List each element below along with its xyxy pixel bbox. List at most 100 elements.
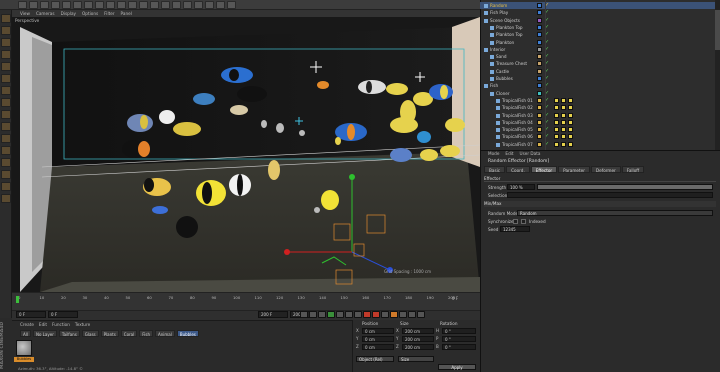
left-tool-button[interactable]: [1, 194, 11, 203]
playback-button[interactable]: [309, 311, 317, 318]
object-row[interactable]: TropicalFish 05 ✓: [480, 126, 720, 133]
attribute-tab[interactable]: Effector: [530, 166, 558, 173]
material-layer-tag[interactable]: Glass: [81, 330, 99, 337]
object-row[interactable]: Scene Objects ✓: [480, 17, 720, 24]
toolbar-button[interactable]: [216, 1, 225, 9]
material-layer-tag[interactable]: Bubbles: [176, 330, 199, 337]
start-frame-field[interactable]: 0 F: [16, 311, 46, 318]
viewport-menu-item[interactable]: Filter: [104, 11, 114, 16]
toolbar-button[interactable]: [40, 1, 49, 9]
toolbar-button[interactable]: [62, 1, 71, 9]
toolbar-button[interactable]: [183, 1, 192, 9]
material-thumbnail[interactable]: [16, 340, 32, 356]
attribute-tab[interactable]: Deformer: [590, 166, 621, 173]
object-row[interactable]: TropicalFish 04 ✓: [480, 119, 720, 126]
playback-button[interactable]: [408, 311, 416, 318]
material-menu-item[interactable]: Create: [20, 322, 34, 327]
left-tool-button[interactable]: [1, 74, 11, 83]
current-frame-field[interactable]: 0 F: [48, 311, 78, 318]
object-row[interactable]: Fish ✓: [480, 82, 720, 89]
size-field[interactable]: 200 cm: [402, 344, 434, 350]
left-tool-button[interactable]: [1, 158, 11, 167]
attribute-menu-item[interactable]: Edit: [505, 151, 513, 156]
toolbar-button[interactable]: [18, 1, 27, 9]
object-row[interactable]: Treasure Chest ✓: [480, 60, 720, 67]
left-tool-button[interactable]: [1, 26, 11, 35]
viewport-menu-item[interactable]: Display: [61, 11, 76, 16]
minmax-group[interactable]: Min/Max: [484, 201, 716, 207]
position-field[interactable]: 0 cm: [362, 328, 394, 334]
object-row[interactable]: Plankton Top ✓: [480, 31, 720, 38]
toolbar-button[interactable]: [106, 1, 115, 9]
seed-field[interactable]: 12345: [500, 226, 530, 232]
toolbar-button[interactable]: [29, 1, 38, 9]
viewport-menu-item[interactable]: Options: [82, 11, 98, 16]
playback-button[interactable]: [417, 311, 425, 318]
left-tool-button[interactable]: [1, 38, 11, 47]
toolbar-button[interactable]: [51, 1, 60, 9]
left-tool-button[interactable]: [1, 146, 11, 155]
object-row[interactable]: Interior ✓: [480, 46, 720, 53]
object-row[interactable]: Plankton Top ✓: [480, 24, 720, 31]
toolbar-button[interactable]: [205, 1, 214, 9]
attribute-menu-item[interactable]: User Data: [520, 151, 541, 156]
viewport-menu-item[interactable]: Panel: [121, 11, 132, 16]
attribute-tab[interactable]: Coord.: [506, 166, 530, 173]
rotation-field[interactable]: 0 °: [442, 344, 476, 350]
material-menu-item[interactable]: Function: [52, 322, 70, 327]
synchronized-checkbox[interactable]: [513, 219, 518, 224]
attribute-tab[interactable]: Parameter: [558, 166, 590, 173]
playback-button[interactable]: [327, 311, 335, 318]
left-tool-button[interactable]: [1, 86, 11, 95]
object-row[interactable]: TropicalFish 06 ✓: [480, 133, 720, 140]
playback-button[interactable]: [363, 311, 371, 318]
coord-mode-select[interactable]: Object (Rel): [356, 356, 394, 362]
material-layer-tag[interactable]: Tailfans: [58, 330, 80, 337]
playback-button[interactable]: [300, 311, 308, 318]
playback-button[interactable]: [318, 311, 326, 318]
toolbar-button[interactable]: [161, 1, 170, 9]
object-row[interactable]: Sand ✓: [480, 53, 720, 60]
material-layer-tag[interactable]: All: [20, 330, 31, 337]
rotation-field[interactable]: 0 °: [442, 336, 476, 342]
indexed-checkbox[interactable]: [521, 219, 526, 224]
material-menu-item[interactable]: Edit: [39, 322, 47, 327]
object-row[interactable]: Bubbles ✓: [480, 75, 720, 82]
toolbar-button[interactable]: [227, 1, 236, 9]
playback-button[interactable]: [354, 311, 362, 318]
end-frame-field[interactable]: 200 F: [258, 311, 288, 318]
apply-button[interactable]: Apply: [438, 364, 476, 370]
toolbar-button[interactable]: [128, 1, 137, 9]
object-row[interactable]: TropicalFish 01 ✓: [480, 97, 720, 104]
viewport-3d[interactable]: Perspective: [12, 17, 480, 292]
attribute-tab[interactable]: Falloff: [621, 166, 645, 173]
position-field[interactable]: 0 cm: [362, 336, 394, 342]
object-row[interactable]: TropicalFish 03 ✓: [480, 112, 720, 119]
toolbar-button[interactable]: [194, 1, 203, 9]
playback-button[interactable]: [381, 311, 389, 318]
object-row[interactable]: Cloner ✓: [480, 90, 720, 97]
size-mode-select[interactable]: Size: [398, 356, 434, 362]
object-row[interactable]: Random ✓: [480, 2, 720, 10]
object-row[interactable]: Fish Play ✓: [480, 9, 720, 16]
material-menu-item[interactable]: Texture: [75, 322, 90, 327]
viewport-menu-item[interactable]: Cameras: [36, 11, 55, 16]
viewport-menu-item[interactable]: View: [20, 11, 30, 16]
object-row[interactable]: Castle ✓: [480, 68, 720, 75]
toolbar-button[interactable]: [95, 1, 104, 9]
material-layer-tag[interactable]: Plants: [100, 330, 119, 337]
material-layer-tag[interactable]: Fish: [139, 330, 153, 337]
toolbar-button[interactable]: [139, 1, 148, 9]
playback-button[interactable]: [336, 311, 344, 318]
size-field[interactable]: 200 cm: [402, 336, 434, 342]
left-tool-button[interactable]: [1, 134, 11, 143]
attribute-menu-item[interactable]: Mode: [488, 151, 499, 156]
object-row[interactable]: TropicalFish 02 ✓: [480, 104, 720, 111]
left-tool-button[interactable]: [1, 14, 11, 23]
strength-slider[interactable]: [537, 184, 713, 190]
material-layer-tag[interactable]: Coral: [120, 330, 138, 337]
object-row[interactable]: TropicalFish 07 ✓: [480, 141, 720, 148]
left-tool-button[interactable]: [1, 50, 11, 59]
material-layer-tag[interactable]: Animal: [155, 330, 175, 337]
attribute-tab[interactable]: Basic: [484, 166, 506, 173]
